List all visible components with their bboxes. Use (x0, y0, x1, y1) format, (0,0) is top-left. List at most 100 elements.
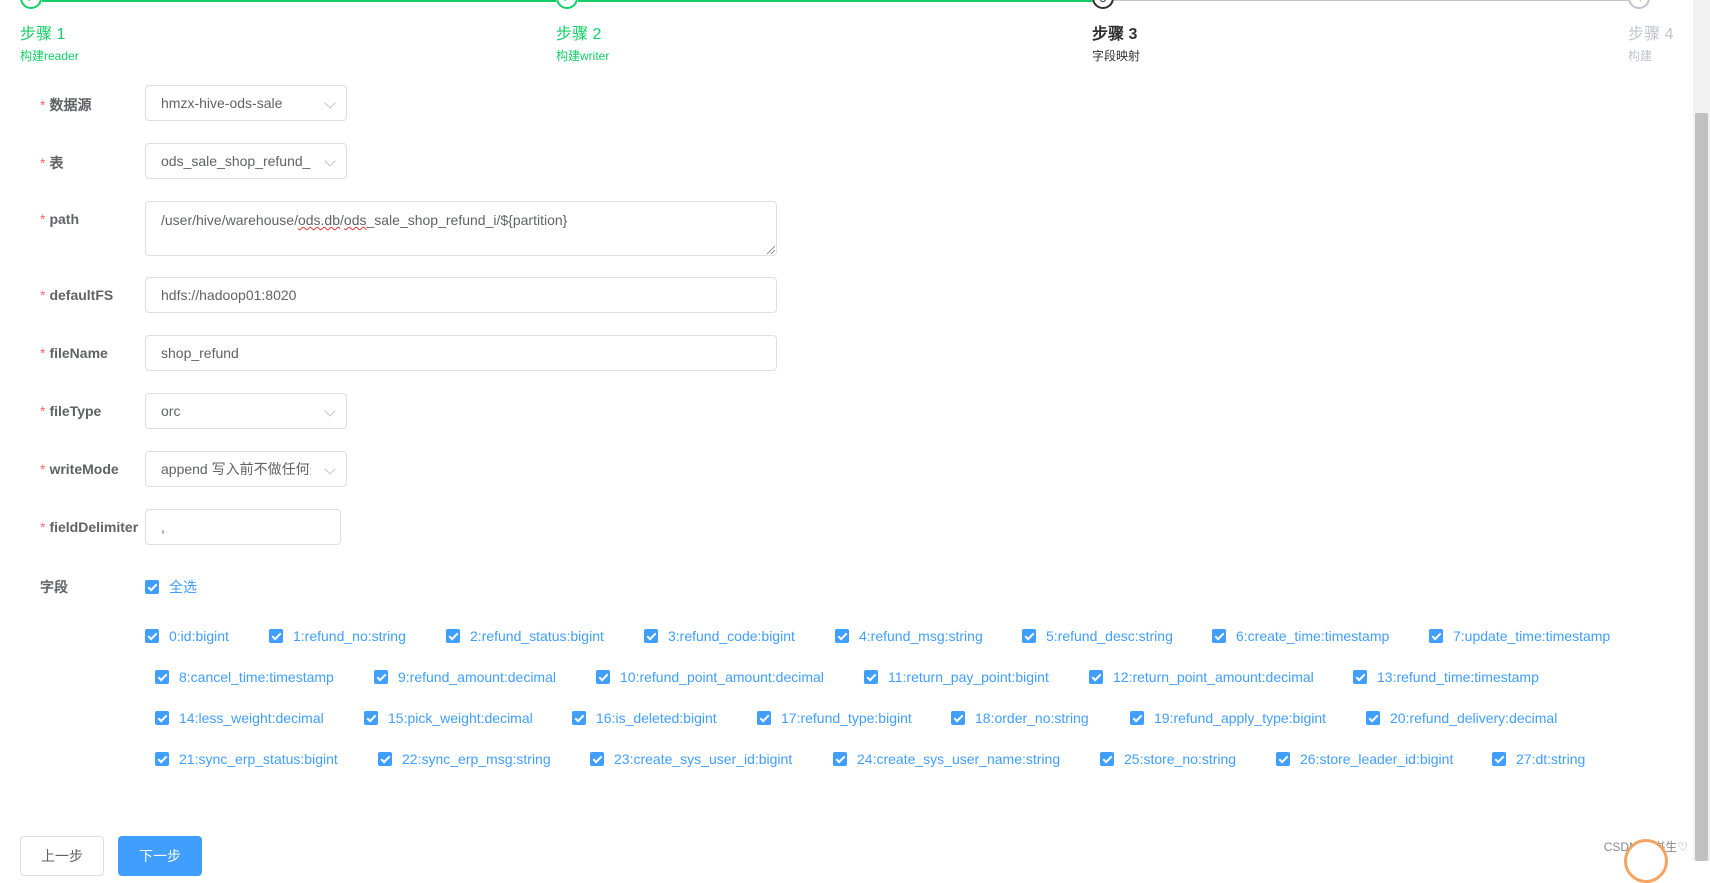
field-label: 15:pick_weight:decimal (388, 710, 533, 726)
select-all-checkbox[interactable]: 全选 (145, 577, 197, 597)
field-checkbox[interactable]: 4:refund_msg:string (835, 628, 983, 644)
field-label: 19:refund_apply_type:bigint (1154, 710, 1327, 726)
checkbox-checked-icon (1022, 629, 1036, 643)
field-label: 22:sync_erp_msg:string (402, 751, 551, 767)
filetype-select[interactable]: orc (145, 393, 347, 429)
steps-bar: ✓ 步骤 1 构建reader ✓ 步骤 2 构建writer 3 步骤 3 字… (0, 0, 1700, 70)
field-checkbox[interactable]: 6:create_time:timestamp (1212, 628, 1389, 644)
field-label: 23:create_sys_user_id:bigint (614, 751, 793, 767)
floating-ball-icon[interactable] (1624, 839, 1668, 883)
resize-handle-icon[interactable] (767, 246, 775, 254)
table-select[interactable]: ods_sale_shop_refund_i (145, 143, 347, 179)
field-checkbox[interactable]: 2:refund_status:bigint (446, 628, 604, 644)
field-checkbox[interactable]: 23:create_sys_user_id:bigint (590, 751, 792, 767)
field-checkbox[interactable]: 14:less_weight:decimal (155, 710, 324, 726)
field-label: 11:return_pay_point:bigint (888, 669, 1049, 685)
fielddelimiter-label: * fieldDelimiter (40, 519, 139, 535)
writemode-value: append 写入前不做任何处理 (161, 461, 311, 477)
field-checkbox[interactable]: 24:create_sys_user_name:string (833, 751, 1060, 767)
fielddelimiter-input[interactable]: , (145, 509, 341, 545)
field-checkbox[interactable]: 7:update_time:timestamp (1429, 628, 1610, 644)
datasource-value: hmzx-hive-ods-sale (161, 95, 283, 111)
step-2-check-icon: ✓ (556, 0, 578, 9)
field-checkbox[interactable]: 9:refund_amount:decimal (374, 669, 556, 685)
step-3-title: 步骤 3 (1092, 26, 1138, 43)
field-checkbox[interactable]: 5:refund_desc:string (1022, 628, 1173, 644)
field-checkbox[interactable]: 16:is_deleted:bigint (572, 710, 717, 726)
field-checkbox[interactable]: 17:refund_type:bigint (757, 710, 912, 726)
step-line-1 (42, 0, 556, 2)
chevron-down-icon (324, 155, 336, 167)
field-label: 25:store_no:string (1124, 751, 1237, 767)
next-step-button[interactable]: 下一步 (118, 836, 202, 876)
field-label: 1:refund_no:string (293, 628, 406, 644)
field-label: 8:cancel_time:timestamp (179, 669, 334, 685)
checkbox-checked-icon (1130, 711, 1144, 725)
defaultfs-label: * defaultFS (40, 287, 114, 303)
filename-input[interactable]: shop_refund (145, 335, 777, 371)
path-textarea[interactable]: /user/hive/warehouse/ods.db/ods_sale_sho… (145, 201, 777, 256)
field-checkbox[interactable]: 8:cancel_time:timestamp (155, 669, 334, 685)
writemode-select[interactable]: append 写入前不做任何处理 (145, 451, 347, 487)
field-label: 27:dt:string (1516, 751, 1586, 767)
checkbox-checked-icon (596, 670, 610, 684)
field-checkbox[interactable]: 12:return_point_amount:decimal (1089, 669, 1314, 685)
field-checkbox[interactable]: 18:order_no:string (951, 710, 1089, 726)
field-checkbox[interactable]: 19:refund_apply_type:bigint (1130, 710, 1326, 726)
field-checkbox[interactable]: 20:refund_delivery:decimal (1366, 710, 1557, 726)
spellcheck-word: ods.db (297, 212, 341, 228)
field-label: 3:refund_code:bigint (668, 628, 795, 644)
field-label: 17:refund_type:bigint (781, 710, 912, 726)
field-label: 20:refund_delivery:decimal (1390, 710, 1558, 726)
checkbox-checked-icon (1089, 670, 1103, 684)
field-checkbox[interactable]: 0:id:bigint (145, 628, 229, 644)
field-label: 4:refund_msg:string (859, 628, 983, 644)
field-checkbox[interactable]: 13:refund_time:timestamp (1353, 669, 1539, 685)
field-label: 14:less_weight:decimal (179, 710, 324, 726)
defaultfs-input[interactable]: hdfs://hadoop01:8020 (145, 277, 777, 313)
field-checkbox[interactable]: 15:pick_weight:decimal (364, 710, 533, 726)
checkbox-checked-icon (1212, 629, 1226, 643)
field-checkbox[interactable]: 27:dt:string (1492, 751, 1585, 767)
fields-label: 字段 (40, 579, 68, 595)
checkbox-checked-icon (145, 580, 159, 594)
vertical-scrollbar[interactable] (1693, 0, 1710, 861)
step-2-title: 步骤 2 (556, 26, 602, 43)
prev-step-button[interactable]: 上一步 (20, 836, 104, 876)
step-line-2 (578, 0, 1092, 2)
datasource-select[interactable]: hmzx-hive-ods-sale (145, 85, 347, 121)
step-4-desc: 构建 (1628, 49, 1653, 63)
field-label: 6:create_time:timestamp (1236, 628, 1390, 644)
filetype-value: orc (161, 403, 181, 419)
field-checkbox[interactable]: 22:sync_erp_msg:string (378, 751, 551, 767)
select-all-label: 全选 (169, 579, 197, 595)
chevron-down-icon (324, 463, 336, 475)
checkbox-checked-icon (864, 670, 878, 684)
checkbox-checked-icon (1492, 752, 1506, 766)
step-3-desc: 字段映射 (1092, 49, 1141, 63)
checkbox-checked-icon (572, 711, 586, 725)
field-checkbox[interactable]: 21:sync_erp_status:bigint (155, 751, 338, 767)
step-4-title: 步骤 4 (1628, 26, 1674, 43)
field-checkbox[interactable]: 11:return_pay_point:bigint (864, 669, 1049, 685)
checkbox-checked-icon (155, 670, 169, 684)
scrollbar-thumb[interactable] (1695, 113, 1708, 861)
writemode-label: * writeMode (40, 461, 119, 477)
field-checkbox[interactable]: 3:refund_code:bigint (644, 628, 795, 644)
field-checkbox[interactable]: 1:refund_no:string (269, 628, 406, 644)
checkbox-checked-icon (269, 629, 283, 643)
field-label: 9:refund_amount:decimal (398, 669, 556, 685)
field-checkbox[interactable]: 26:store_leader_id:bigint (1276, 751, 1453, 767)
step-1-title: 步骤 1 (20, 26, 66, 43)
field-label: 5:refund_desc:string (1046, 628, 1173, 644)
checkbox-checked-icon (145, 629, 159, 643)
checkbox-checked-icon (446, 629, 460, 643)
chevron-down-icon (324, 405, 336, 417)
field-checkbox[interactable]: 25:store_no:string (1100, 751, 1236, 767)
checkbox-checked-icon (833, 752, 847, 766)
checkbox-checked-icon (374, 670, 388, 684)
field-checkbox[interactable]: 10:refund_point_amount:decimal (596, 669, 824, 685)
step-2-desc: 构建writer (556, 49, 610, 63)
field-label: 7:update_time:timestamp (1453, 628, 1611, 644)
step-1-desc: 构建reader (20, 49, 79, 63)
